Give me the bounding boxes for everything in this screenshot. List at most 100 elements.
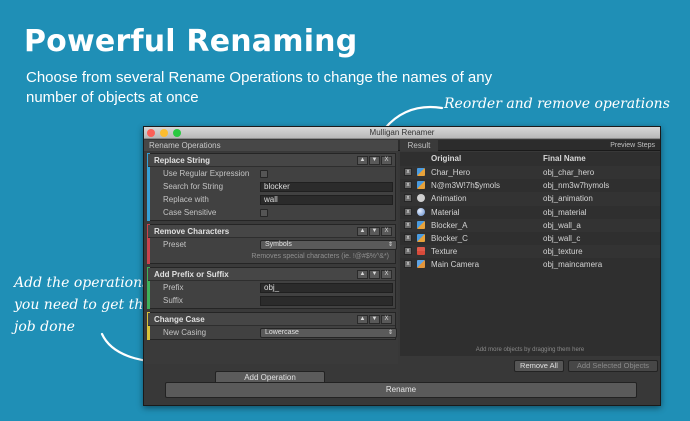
suffix-label: Suffix bbox=[163, 296, 183, 305]
move-up-icon[interactable]: ▲ bbox=[357, 270, 368, 279]
search-string-label: Search for String bbox=[163, 182, 224, 191]
dropdown-arrows-icon: ⇕ bbox=[387, 330, 393, 336]
use-regex-checkbox[interactable] bbox=[260, 170, 268, 178]
remove-object-icon[interactable]: x bbox=[404, 168, 412, 176]
results-list: x Char_Hero obj_char_hero x N@m3W!7h$ymols ob… bbox=[400, 166, 660, 272]
original-name: Texture bbox=[431, 247, 458, 257]
final-name: obj_material bbox=[543, 207, 587, 217]
move-down-icon[interactable]: ▼ bbox=[369, 227, 380, 236]
final-name-column-header: Final Name bbox=[543, 154, 586, 163]
result-row: x Main Camera obj_maincamera bbox=[400, 258, 660, 271]
final-name: obj_char_hero bbox=[543, 168, 595, 177]
original-name: Blocker_A bbox=[431, 220, 468, 230]
callout-reorder: Reorder and remove operations bbox=[444, 96, 670, 112]
operations-panel: Replace String ▲ ▼ X Use Regular Express… bbox=[144, 152, 398, 384]
final-name: obj_texture bbox=[543, 247, 583, 257]
tab-result: Result bbox=[400, 140, 438, 151]
original-column-header: Original bbox=[431, 154, 462, 163]
suffix-field[interactable] bbox=[260, 296, 393, 306]
remove-operation-icon[interactable]: X bbox=[381, 270, 392, 279]
remove-object-icon[interactable]: x bbox=[404, 207, 412, 216]
final-name: obj_animation bbox=[543, 194, 593, 204]
original-name: Material bbox=[431, 207, 460, 217]
operation-title: Add Prefix or Suffix bbox=[154, 270, 229, 279]
add-selected-objects-button[interactable]: Add Selected Objects bbox=[568, 360, 658, 372]
preset-label: Preset bbox=[163, 240, 187, 249]
add-prefix-suffix-operation: Add Prefix or Suffix ▲ ▼ X Prefix obj_ Su… bbox=[147, 267, 396, 309]
prefab-icon bbox=[417, 181, 425, 190]
remove-object-icon[interactable]: x bbox=[404, 233, 412, 242]
prefab-icon bbox=[417, 233, 425, 242]
move-up-icon[interactable]: ▲ bbox=[357, 156, 368, 165]
final-name: obj_maincamera bbox=[543, 260, 603, 270]
move-up-icon[interactable]: ▲ bbox=[357, 315, 368, 324]
window-title: Mulligan Renamer bbox=[369, 128, 435, 137]
results-panel: Original Final Name x Char_Hero obj_char_h… bbox=[400, 152, 660, 356]
remove-object-icon[interactable]: x bbox=[404, 181, 412, 190]
result-row: x N@m3W!7h$ymols obj_nm3w7hymols bbox=[400, 179, 660, 192]
operation-title: Change Case bbox=[154, 315, 205, 324]
drag-objects-hint: Add more objects by dragging them here bbox=[475, 347, 585, 353]
result-row: x Blocker_A obj_wall_a bbox=[400, 218, 660, 232]
window-titlebar: Mulligan Renamer bbox=[144, 127, 660, 139]
tab-rename-operations: Rename Operations bbox=[144, 140, 398, 151]
remove-operation-icon[interactable]: X bbox=[381, 227, 392, 236]
results-header: Original Final Name bbox=[400, 152, 660, 166]
texture-icon bbox=[417, 247, 425, 256]
change-case-operation: Change Case ▲ ▼ X New Casing Lowercase ⇕ bbox=[147, 312, 397, 340]
original-name: Blocker_C bbox=[431, 233, 468, 243]
rename-button[interactable]: Rename bbox=[165, 382, 637, 398]
original-name: Animation bbox=[431, 194, 467, 204]
result-row: x Material obj_material bbox=[400, 206, 660, 219]
final-name: obj_wall_a bbox=[543, 220, 581, 230]
search-string-field[interactable]: blocker bbox=[260, 182, 393, 192]
result-row: x Blocker_C obj_wall_c bbox=[400, 232, 660, 245]
preset-dropdown[interactable]: Symbols ⇕ bbox=[260, 240, 397, 250]
remove-object-icon[interactable]: x bbox=[404, 260, 412, 269]
original-name: N@m3W!7h$ymols bbox=[431, 181, 501, 191]
remove-object-icon[interactable]: x bbox=[404, 220, 412, 229]
move-up-icon[interactable]: ▲ bbox=[357, 227, 368, 236]
preview-steps-toggle[interactable]: Preview Steps bbox=[610, 140, 655, 151]
material-icon bbox=[417, 207, 425, 216]
gameobject-icon bbox=[417, 260, 425, 269]
preset-value: Symbols bbox=[265, 241, 292, 248]
preset-hint: Removes special characters (ie. !@#$%^&*… bbox=[251, 253, 389, 260]
prefix-label: Prefix bbox=[163, 283, 184, 292]
original-name: Main Camera bbox=[431, 260, 480, 270]
casing-value: Lowercase bbox=[265, 329, 299, 336]
operation-title: Replace String bbox=[154, 156, 211, 165]
renamer-window: Mulligan Renamer Rename Operations Resul… bbox=[143, 126, 661, 406]
prefab-icon bbox=[417, 220, 425, 229]
casing-dropdown[interactable]: Lowercase ⇕ bbox=[260, 328, 397, 338]
panel-tabbar: Rename Operations Result Preview Steps bbox=[144, 140, 660, 151]
result-row: x Char_Hero obj_char_hero bbox=[400, 166, 660, 180]
result-row: x Texture obj_texture bbox=[400, 245, 660, 259]
replace-string-operation: Replace String ▲ ▼ X Use Regular Express… bbox=[147, 153, 396, 221]
replace-with-field[interactable]: wall bbox=[260, 195, 393, 205]
remove-operation-icon[interactable]: X bbox=[381, 315, 392, 324]
final-name: obj_nm3w7hymols bbox=[543, 181, 610, 191]
page-headline: Powerful Renaming bbox=[24, 24, 358, 59]
prefix-field[interactable]: obj_ bbox=[260, 283, 393, 293]
move-down-icon[interactable]: ▼ bbox=[369, 270, 380, 279]
use-regex-label: Use Regular Expression bbox=[163, 169, 250, 178]
move-down-icon[interactable]: ▼ bbox=[369, 156, 380, 165]
animation-icon bbox=[417, 194, 425, 203]
case-sensitive-checkbox[interactable] bbox=[260, 209, 268, 217]
dropdown-arrows-icon: ⇕ bbox=[387, 242, 393, 248]
operation-title: Remove Characters bbox=[154, 227, 230, 236]
original-name: Char_Hero bbox=[431, 168, 471, 177]
remove-object-icon[interactable]: x bbox=[404, 247, 412, 256]
remove-operation-icon[interactable]: X bbox=[381, 156, 392, 165]
remove-characters-operation: Remove Characters ▲ ▼ X Preset Symbols ⇕ R… bbox=[147, 224, 397, 264]
remove-object-icon[interactable]: x bbox=[404, 194, 412, 203]
result-row: x Animation obj_animation bbox=[400, 192, 660, 206]
prefab-icon bbox=[417, 168, 425, 176]
replace-with-label: Replace with bbox=[163, 195, 209, 204]
case-sensitive-label: Case Sensitive bbox=[163, 208, 217, 217]
final-name: obj_wall_c bbox=[543, 233, 581, 243]
remove-all-button[interactable]: Remove All bbox=[514, 360, 564, 372]
new-casing-label: New Casing bbox=[163, 328, 207, 337]
move-down-icon[interactable]: ▼ bbox=[369, 315, 380, 324]
